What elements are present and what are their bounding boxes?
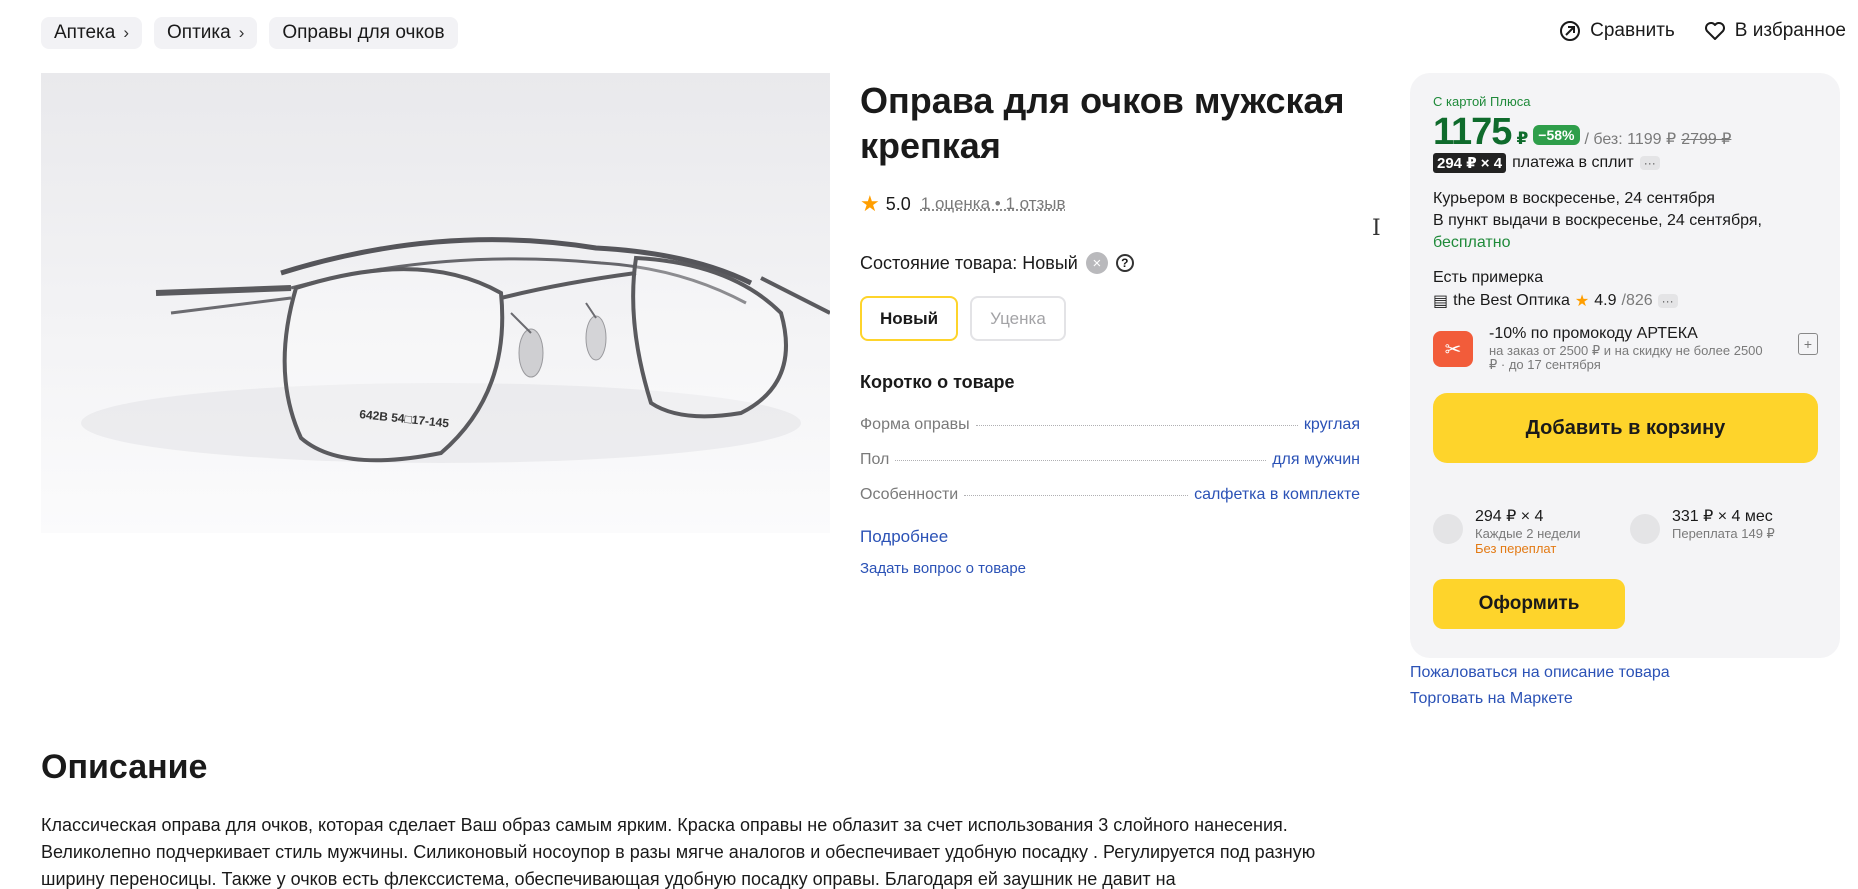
shop-icon: ▤ <box>1433 293 1449 310</box>
description-text: Классическая оправа для очков, которая с… <box>41 815 1316 889</box>
chevron-right-icon: › <box>238 23 245 42</box>
split-text: платежа в сплит <box>1512 154 1634 171</box>
currency: ₽ <box>1516 129 1529 148</box>
description-heading: Описание <box>41 748 208 786</box>
fitting-label: Есть примерка <box>1433 269 1544 286</box>
spec-row: Пол для мужчин <box>860 451 1360 468</box>
sell-on-market-link[interactable]: Торговать на Маркете <box>1410 686 1670 712</box>
old-price: 2799 ₽ <box>1681 131 1732 148</box>
report-description-link[interactable]: Пожаловаться на описание товара <box>1410 660 1670 686</box>
copy-icon[interactable]: + <box>1798 333 1818 355</box>
offer-card: С картой Плюса 1175 ₽ −58% / без: 1199 ₽… <box>1410 73 1840 658</box>
compare-button[interactable]: Сравнить <box>1558 19 1675 43</box>
installment-option[interactable]: 331 ₽ × 4 мес Переплата 149 ₽ <box>1630 506 1775 544</box>
product-title: Оправа для очков мужская крепкая <box>860 80 1345 166</box>
seller-row[interactable]: ▤ the Best Оптика ★ 4.9/826 ··· <box>1433 291 1678 311</box>
text-cursor-icon: I <box>1372 216 1381 241</box>
promo-subtitle: на заказ от 2500 ₽ и на скидку не более … <box>1489 343 1763 372</box>
more-icon[interactable]: ··· <box>1657 294 1678 308</box>
delivery-pickup: В пункт выдачи в воскресенье, 24 сентябр… <box>1433 212 1762 229</box>
price-value: 1175 <box>1433 111 1512 153</box>
chevron-right-icon: › <box>123 23 129 42</box>
about-heading: Коротко о товаре <box>860 372 1015 392</box>
split-badge: 294 ₽ × 4 <box>1433 153 1507 173</box>
breadcrumb-item-frames[interactable]: Оправы для очков <box>269 17 458 49</box>
star-icon: ★ <box>860 191 880 216</box>
compare-icon <box>1560 21 1581 41</box>
discount-badge: −58% <box>1533 125 1580 145</box>
condition-option-new[interactable]: Новый <box>860 296 959 341</box>
star-icon: ★ <box>1574 293 1590 310</box>
spec-row: Форма оправы круглая <box>860 416 1360 433</box>
side-links: Пожаловаться на описание товара Торговат… <box>1410 660 1670 712</box>
seller-name: the Best Оптика <box>1453 292 1570 309</box>
delivery-free: бесплатно <box>1433 234 1511 251</box>
reviews-link[interactable]: 1 оценка • 1 отзыв <box>921 194 1066 214</box>
condition-label: Состояние товара: Новый <box>860 252 1078 273</box>
help-icon[interactable]: ? <box>1115 254 1134 272</box>
more-details-link[interactable]: Подробнее <box>860 527 948 547</box>
add-to-cart-button[interactable]: Добавить в корзину <box>1433 393 1818 463</box>
breadcrumb-item-optics[interactable]: Оптика › <box>154 17 258 49</box>
rating-block: ★ 5.0 1 оценка • 1 отзыв <box>860 193 1066 215</box>
condition-row: Состояние товара: Новый × ? <box>860 252 1134 274</box>
price-row: 1175 ₽ −58% / без: 1199 ₽ 2799 ₽ <box>1433 111 1731 154</box>
top-actions: Сравнить В избранное <box>1558 19 1846 43</box>
condition-option-discounted[interactable]: Уценка <box>970 296 1066 341</box>
more-icon[interactable]: ··· <box>1639 156 1660 170</box>
promo-block: ✂ -10% по промокоду АРТЕКА на заказ от 2… <box>1433 325 1818 375</box>
favorite-button[interactable]: В избранное <box>1703 19 1846 43</box>
product-image[interactable]: 642B 54□17-145 <box>41 73 830 533</box>
radio-button[interactable] <box>1433 514 1463 544</box>
breadcrumb-item-pharmacy[interactable]: Аптека › <box>41 17 142 49</box>
seller-count: /826 <box>1621 292 1653 309</box>
clear-icon[interactable]: × <box>1085 252 1108 274</box>
condition-options: Новый Уценка <box>860 296 1066 341</box>
heart-icon <box>1704 22 1725 40</box>
promo-title: -10% по промокоду АРТЕКА <box>1489 325 1698 342</box>
rating-value: 5.0 <box>885 193 911 214</box>
eyeglasses-illustration: 642B 54□17-145 <box>81 237 830 463</box>
spec-row: Особенности салфетка в комплекте <box>860 486 1360 503</box>
checkout-button[interactable]: Оформить <box>1433 579 1625 629</box>
ask-question-link[interactable]: Задать вопрос о товаре <box>860 560 1026 577</box>
radio-button[interactable] <box>1630 514 1660 544</box>
scissors-icon: ✂ <box>1433 331 1473 367</box>
plus-card-label: С картой Плюса <box>1433 94 1531 109</box>
delivery-courier: Курьером в воскресенье, 24 сентября <box>1433 190 1715 207</box>
split-row[interactable]: 294 ₽ × 4 платежа в сплит ··· <box>1433 153 1660 173</box>
breadcrumb: Аптека › Оптика › Оправы для очков <box>41 17 458 49</box>
price-without-card: / без: 1199 ₽ <box>1584 131 1677 148</box>
installment-option[interactable]: 294 ₽ × 4 Каждые 2 недели Без переплат <box>1433 506 1580 556</box>
seller-rating: 4.9 <box>1594 292 1617 309</box>
